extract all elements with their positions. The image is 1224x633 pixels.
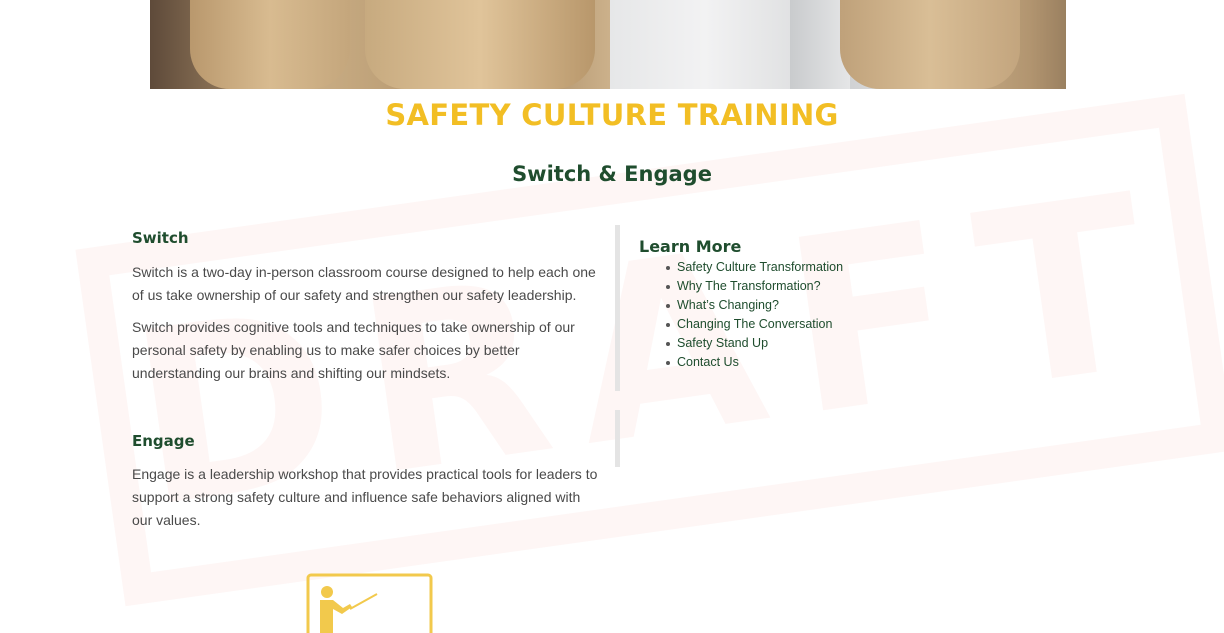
learn-more-list: Safety Culture Transformation Why The Tr… [666, 258, 843, 372]
learn-more-item: Contact Us [666, 353, 843, 372]
hero-person-left [190, 0, 350, 89]
page-title: SAFETY CULTURE TRAINING [385, 98, 839, 132]
presenter-whiteboard-icon [306, 573, 433, 633]
hero-wall [610, 0, 800, 89]
hero-photo [150, 0, 1066, 89]
engage-paragraph: Engage is a leadership workshop that pro… [132, 466, 598, 528]
switch-paragraph-1: Switch is a two-day in-person classroom … [132, 264, 596, 303]
hero-person-right [840, 0, 1020, 89]
link-whats-changing[interactable]: What’s Changing? [677, 298, 779, 312]
link-safety-culture-transformation[interactable]: Safety Culture Transformation [677, 260, 843, 274]
learn-more-heading: Learn More [639, 237, 742, 256]
link-contact-us[interactable]: Contact Us [677, 355, 739, 369]
page-subtitle: Switch & Engage [512, 162, 712, 186]
switch-paragraph-2: Switch provides cognitive tools and tech… [132, 319, 575, 381]
switch-heading: Switch [132, 229, 189, 247]
learn-more-item: What’s Changing? [666, 296, 843, 315]
link-why-the-transformation[interactable]: Why The Transformation? [677, 279, 821, 293]
learn-more-item: Changing The Conversation [666, 315, 843, 334]
learn-more-item: Safety Stand Up [666, 334, 843, 353]
learn-more-item: Safety Culture Transformation [666, 258, 843, 277]
link-changing-the-conversation[interactable]: Changing The Conversation [677, 317, 832, 331]
learn-more-item: Why The Transformation? [666, 277, 843, 296]
column-divider [615, 225, 620, 391]
hero-person-center [365, 0, 595, 89]
column-divider-lower [615, 410, 620, 467]
link-safety-stand-up[interactable]: Safety Stand Up [677, 336, 768, 350]
engage-heading: Engage [132, 432, 195, 450]
